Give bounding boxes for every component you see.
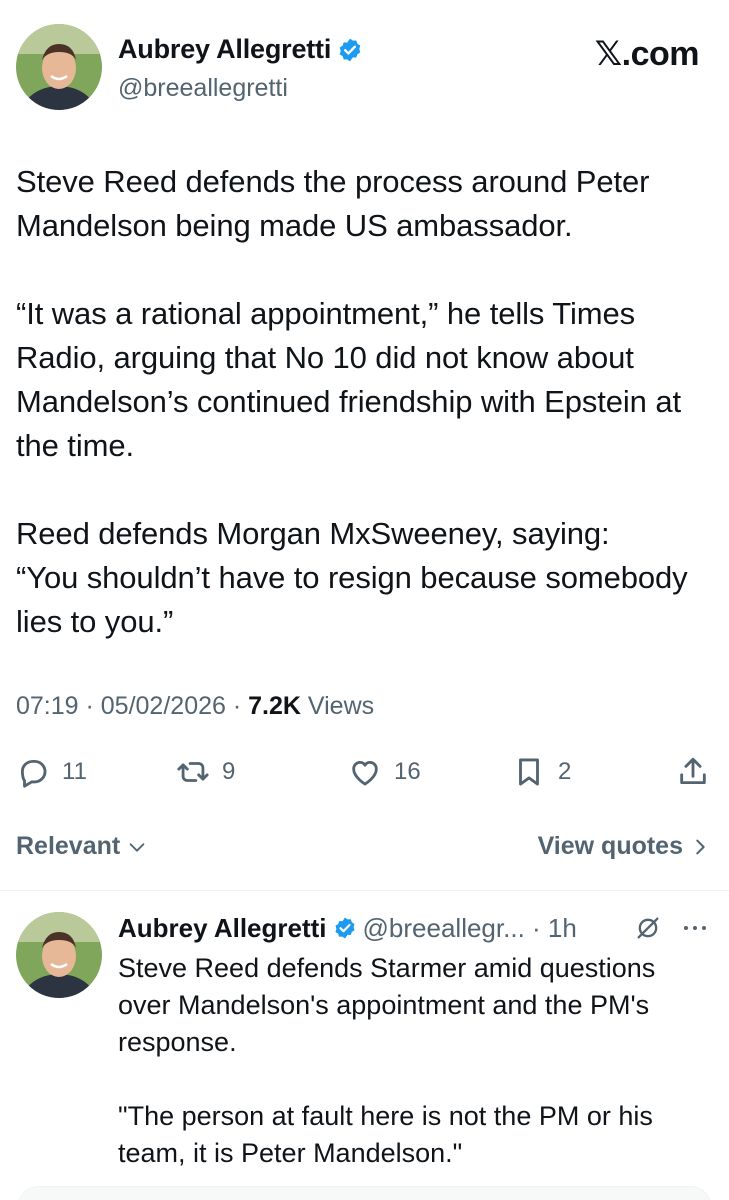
tweet-paragraph: “It was a rational appointment,” he tell… [16,296,690,463]
reply-button[interactable]: 11 [16,750,87,794]
like-count: 16 [394,758,421,785]
author-handle[interactable]: @breeallegretti [118,74,288,103]
reply-author-name[interactable]: Aubrey Allegretti [118,913,327,944]
like-icon [352,760,378,786]
bookmark-button[interactable]: 2 [512,750,571,794]
bookmark-count: 2 [558,758,572,785]
repost-count: 9 [222,758,236,785]
views-count: 7.2K [248,692,301,720]
bookmark-icon [519,758,539,786]
view-quotes-label: View quotes [537,832,683,860]
sort-dropdown[interactable]: Relevant [16,832,148,861]
reply-author-handle[interactable]: @breeallegr... · 1h [363,913,577,944]
view-quotes-link[interactable]: View quotes [538,832,711,861]
tweet-paragraph: Steve Reed defends the process around Pe… [16,164,658,243]
sort-label: Relevant [16,832,121,860]
tweet-meta: 07:19 · 05/02/2026 · 7.2K Views [16,692,374,721]
replies-filter-row: Relevant View quotes [16,828,711,868]
repost-icon [177,762,209,782]
share-button[interactable] [676,750,710,794]
author-name-text[interactable]: Aubrey Allegretti [118,34,331,65]
like-button[interactable]: 16 [348,750,421,794]
avatar[interactable] [16,24,102,110]
reply-avatar[interactable] [16,912,102,998]
share-icon [680,757,706,785]
verified-badge-icon [337,37,363,63]
views-label: Views [300,692,375,720]
next-item-card[interactable] [18,1186,711,1200]
chevron-down-icon [129,842,145,852]
divider [0,890,729,891]
reply-count: 11 [62,758,87,785]
reply-paragraph: Steve Reed defends Starmer amid question… [118,953,663,1057]
author-name[interactable]: Aubrey Allegretti [118,34,363,65]
tweet-paragraph: Reed defends Morgan MxSweeney, saying: “… [16,516,688,639]
repost-button[interactable]: 9 [176,750,235,794]
chevron-right-icon [696,839,705,854]
reply-header: Aubrey Allegretti @breeallegr... · 1h [118,910,718,946]
grok-icon[interactable] [634,914,662,942]
action-bar: 11 9 16 2 [16,750,716,794]
reply-icon [20,759,47,788]
x-logo: 𝕏.com [594,35,700,73]
verified-badge-icon [333,916,357,940]
timestamp[interactable]: 07:19 · 05/02/2026 · [16,692,248,720]
tweet-text: Steve Reed defends the process around Pe… [16,160,716,644]
reply-paragraph: "The person at fault here is not the PM … [118,1101,661,1168]
more-icon[interactable] [680,914,710,942]
reply-text: Steve Reed defends Starmer amid question… [118,950,708,1172]
